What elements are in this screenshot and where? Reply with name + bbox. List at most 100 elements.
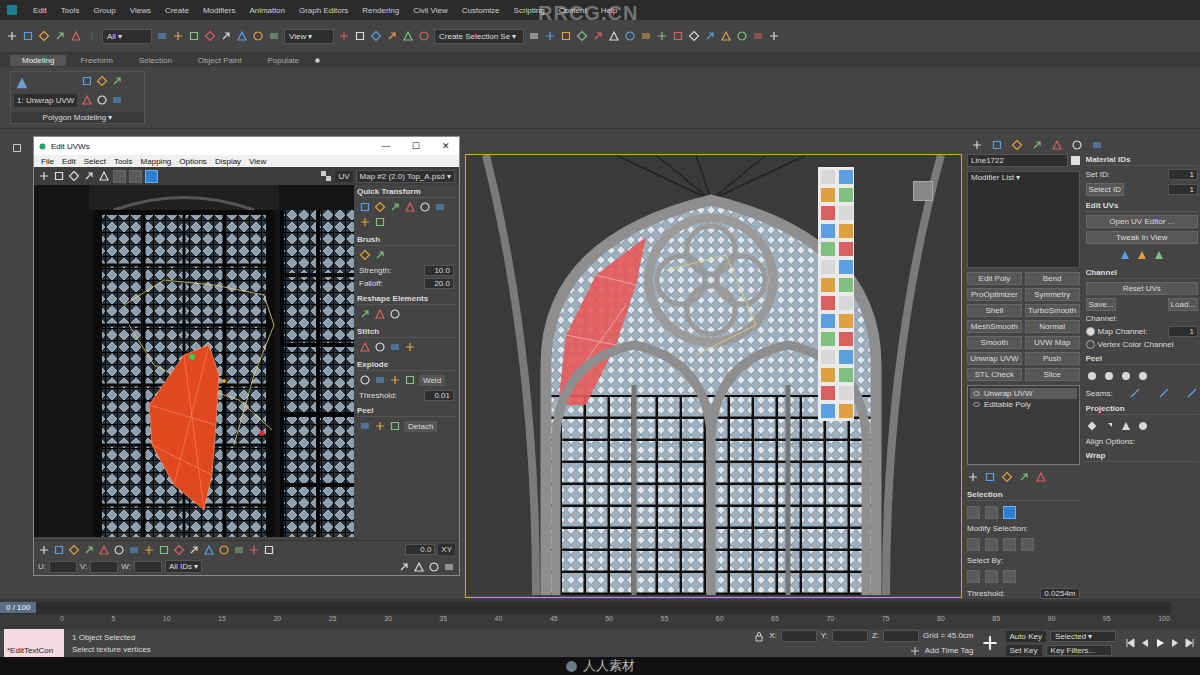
ribbon-tab[interactable]: Populate	[255, 55, 311, 66]
peel-icon[interactable]	[1120, 370, 1132, 382]
rollout-title[interactable]: Material IDs	[1086, 154, 1199, 166]
render-setup-icon[interactable]	[656, 30, 668, 42]
coord-field[interactable]	[883, 630, 919, 642]
modeling-tool-icon[interactable]	[839, 170, 853, 184]
modeling-tool-icon[interactable]	[821, 386, 835, 400]
paint-icon[interactable]	[158, 544, 170, 556]
tool-icon[interactable]	[404, 341, 416, 353]
tool-icon[interactable]	[374, 216, 386, 228]
axis-field[interactable]	[90, 561, 118, 573]
rollout-title[interactable]: Selection	[967, 489, 1080, 501]
ribbon-tab[interactable]: Object Paint	[186, 55, 254, 66]
modeling-tool-icon[interactable]	[821, 224, 835, 238]
perspective-viewport[interactable]	[465, 154, 962, 598]
graphite-b-icon[interactable]	[96, 75, 108, 87]
tool-icon[interactable]	[389, 420, 401, 432]
tool-icon[interactable]	[389, 341, 401, 353]
unlink-icon[interactable]	[54, 30, 66, 42]
edit-uvs-button[interactable]: Open UV Editor ...	[1086, 215, 1199, 228]
set-key-button[interactable]: Set Key	[1006, 645, 1042, 656]
modeling-tool-icon[interactable]	[839, 332, 853, 346]
viewcube-icon[interactable]	[913, 181, 933, 201]
id-filter-dropdown[interactable]: All IDs ▾	[165, 560, 202, 573]
view-nav-icon[interactable]	[398, 561, 410, 573]
modifier-button[interactable]: MeshSmooth	[967, 320, 1022, 333]
tool-button[interactable]: Detach	[404, 421, 437, 432]
ribbon-toggle-icon[interactable]	[592, 30, 604, 42]
eye-icon[interactable]	[972, 400, 981, 409]
graphite-a-icon[interactable]	[81, 75, 93, 87]
view-nav-icon[interactable]	[413, 561, 425, 573]
modify-tab-icon[interactable]	[991, 139, 1003, 151]
curve-editor-icon[interactable]	[608, 30, 620, 42]
rotate-icon[interactable]	[236, 30, 248, 42]
menu-item[interactable]: Edit	[58, 157, 80, 166]
modeling-tool-icon[interactable]	[839, 314, 853, 328]
tool-icon[interactable]	[374, 374, 386, 386]
motion-tab-icon[interactable]	[1031, 139, 1043, 151]
axis-field[interactable]	[134, 561, 162, 573]
element-icon[interactable]	[83, 544, 95, 556]
tool-icon[interactable]	[374, 341, 386, 353]
prev-frame-icon[interactable]	[1139, 637, 1151, 649]
tool-icon[interactable]	[389, 308, 401, 320]
time-thumb[interactable]: 0 / 100	[0, 602, 36, 613]
projection-icon[interactable]	[1103, 420, 1115, 432]
modifier-button[interactable]: Unwrap UVW	[967, 352, 1022, 365]
selection-mode-button[interactable]	[985, 506, 998, 519]
tool-icon[interactable]	[374, 249, 386, 261]
modifier-list-dropdown[interactable]: Modifier List ▾	[967, 171, 1080, 268]
window-control[interactable]: —	[373, 141, 399, 151]
select-by-button[interactable]	[967, 570, 980, 583]
modeling-tool-icon[interactable]	[839, 260, 853, 274]
menu-item[interactable]: File	[37, 157, 58, 166]
menu-item[interactable]: Tools	[110, 157, 137, 166]
rollout-title[interactable]: Channel	[1086, 267, 1199, 279]
link-icon[interactable]	[38, 30, 50, 42]
modifier-button[interactable]: Symmetry	[1025, 288, 1080, 301]
tool-icon[interactable]	[404, 201, 416, 213]
graphite-c-icon[interactable]	[111, 75, 123, 87]
modeling-tool-icon[interactable]	[839, 278, 853, 292]
scale-icon[interactable]	[68, 170, 80, 182]
iterative-icon[interactable]	[704, 30, 716, 42]
modeling-tool-icon[interactable]	[821, 206, 835, 220]
mirror-icon[interactable]	[528, 30, 540, 42]
ribbon-tab[interactable]: Modeling	[10, 55, 66, 66]
edge-icon[interactable]	[53, 544, 65, 556]
move-icon[interactable]	[220, 30, 232, 42]
select-by-button[interactable]	[985, 570, 998, 583]
graphite-d-icon[interactable]	[81, 94, 93, 106]
edit-uvs-button[interactable]: Tweak In View	[1086, 231, 1199, 244]
projection-icon[interactable]	[1086, 420, 1098, 432]
modify-selection-button[interactable]	[1021, 538, 1034, 551]
modeling-tool-icon[interactable]	[821, 188, 835, 202]
align-icon[interactable]	[544, 30, 556, 42]
stack-item[interactable]: Unwrap UVW	[970, 388, 1077, 399]
show-end-icon[interactable]	[984, 471, 996, 483]
uv-mode-button[interactable]	[129, 170, 142, 183]
lock-icon[interactable]	[188, 544, 200, 556]
modeling-tool-icon[interactable]	[839, 206, 853, 220]
modifier-button[interactable]: Push	[1025, 352, 1080, 365]
modifier-button[interactable]: Slice	[1025, 368, 1080, 381]
scale-icon[interactable]	[252, 30, 264, 42]
modifier-button[interactable]: UVW Map	[1025, 336, 1080, 349]
texture-dropdown[interactable]: Map #2 (2.0) Top_A.psd ▾	[356, 170, 455, 183]
tool-icon[interactable]	[359, 341, 371, 353]
menu-item[interactable]: Group	[86, 6, 122, 15]
selection-set-dropdown[interactable]: Create Selection Se ▾	[434, 29, 524, 44]
make-unique-icon[interactable]	[1001, 471, 1013, 483]
pin-tab-icon[interactable]	[1091, 139, 1103, 151]
rollout-title[interactable]: Edit UVs	[1086, 200, 1199, 212]
redo-icon[interactable]	[22, 30, 34, 42]
load-button[interactable]: Load...	[1168, 298, 1198, 311]
save-button[interactable]: Save...	[1086, 298, 1117, 311]
reset-uvs-button[interactable]: Reset UVs	[1086, 282, 1199, 295]
modifier-button[interactable]: ProOptimizer	[967, 288, 1022, 301]
menu-item[interactable]: Modifiers	[196, 6, 242, 15]
tool-icon[interactable]	[389, 201, 401, 213]
asset-icon[interactable]	[752, 30, 764, 42]
coord-field[interactable]	[832, 630, 868, 642]
freeform-icon[interactable]	[83, 170, 95, 182]
